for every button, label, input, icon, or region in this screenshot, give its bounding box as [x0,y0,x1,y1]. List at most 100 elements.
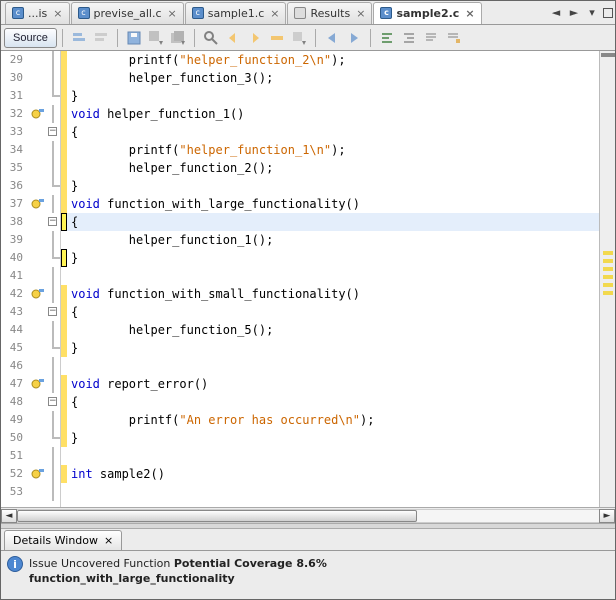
fold-cell [47,465,61,483]
fold-cell [47,231,61,249]
c-file-icon: c [78,7,90,19]
save-all-button[interactable] [168,28,188,48]
find-button[interactable] [201,28,221,48]
code-line[interactable]: } [67,339,599,357]
line-number: 31 [1,87,29,105]
scroll-track[interactable] [17,509,599,523]
history-back-button[interactable] [69,28,89,48]
close-icon[interactable]: × [168,7,177,20]
fold-cell[interactable]: − [47,393,61,411]
line-number: 44 [1,321,29,339]
code-line[interactable]: helper_function_1(); [67,231,599,249]
fold-toggle[interactable]: − [48,397,57,406]
code-line[interactable]: helper_function_5(); [67,321,599,339]
code-editor[interactable]: 2930313233343536373839404142434445464748… [1,51,615,507]
ide-root: c...is×cprevise_all.c×csample1.c×Results… [0,0,616,600]
file-tab[interactable]: csample1.c× [185,2,287,24]
line-number: 29 [1,51,29,69]
close-icon[interactable]: × [465,7,474,20]
code-line[interactable] [67,447,599,465]
shift-left-button[interactable] [377,28,397,48]
code-line[interactable]: { [67,213,599,231]
scroll-left[interactable]: ◄ [1,509,17,523]
file-tab[interactable]: csample2.c× [373,2,481,24]
find-prev-button[interactable] [223,28,243,48]
code-line[interactable]: { [67,393,599,411]
details-window-tab[interactable]: Details Window × [4,530,122,550]
code-text: printf("helper_function_2\n"); helper_fu… [67,51,599,507]
annotation-cell [29,393,47,411]
line-number: 33 [1,123,29,141]
annotation-cell [29,231,47,249]
fold-cell [47,51,61,69]
code-line[interactable]: int sample2() [67,465,599,483]
annotation-cell [29,159,47,177]
tab-list-button[interactable]: ▾ [584,6,600,20]
code-line[interactable]: void helper_function_1() [67,105,599,123]
tab-next-button[interactable]: ► [566,6,582,20]
code-line[interactable]: } [67,177,599,195]
code-line[interactable]: void report_error() [67,375,599,393]
file-tab[interactable]: cprevise_all.c× [71,2,184,24]
horizontal-scrollbar[interactable]: ◄ ► [1,507,615,523]
code-line[interactable]: { [67,123,599,141]
prev-bookmark-button[interactable] [322,28,342,48]
next-bookmark-button[interactable] [344,28,364,48]
fold-toggle[interactable]: − [48,307,57,316]
code-line[interactable] [67,483,599,501]
code-line[interactable] [67,267,599,285]
details-message: Issue Uncovered Function Potential Cover… [29,556,327,594]
code-line[interactable] [67,357,599,375]
code-line[interactable]: helper_function_3(); [67,69,599,87]
shift-right-button[interactable] [399,28,419,48]
code-line[interactable]: { [67,303,599,321]
toggle-highlight-button[interactable] [267,28,287,48]
fold-toggle[interactable]: − [48,127,57,136]
annotation-cell [29,339,47,357]
annotation-cell [29,321,47,339]
line-number: 45 [1,339,29,357]
code-line[interactable]: helper_function_2(); [67,159,599,177]
code-line[interactable]: } [67,429,599,447]
code-line[interactable]: printf("An error has occurred\n"); [67,411,599,429]
code-line[interactable]: } [67,87,599,105]
fold-cell[interactable]: − [47,303,61,321]
file-tab[interactable]: c...is× [5,2,70,24]
code-line[interactable]: printf("helper_function_1\n"); [67,141,599,159]
save-dropdown[interactable] [146,28,166,48]
details-tabbar: Details Window × [1,529,615,551]
code-line[interactable]: void function_with_small_functionality() [67,285,599,303]
fold-toggle[interactable]: − [48,217,57,226]
close-icon[interactable]: × [53,7,62,20]
close-icon[interactable]: × [270,7,279,20]
fold-gutter: − − − − [47,51,61,507]
scroll-right[interactable]: ► [599,509,615,523]
source-button[interactable]: Source [4,28,57,48]
find-next-button[interactable] [245,28,265,48]
uncomment-button[interactable] [443,28,463,48]
fold-cell [47,375,61,393]
annotation-cell [29,357,47,375]
replace-dropdown[interactable] [289,28,309,48]
tab-label: sample1.c [208,7,265,20]
maximize-button[interactable] [603,8,613,18]
fold-cell [47,87,61,105]
code-line[interactable]: printf("helper_function_2\n"); [67,51,599,69]
close-icon[interactable]: × [356,7,365,20]
line-number: 51 [1,447,29,465]
fold-cell[interactable]: − [47,123,61,141]
code-line[interactable]: } [67,249,599,267]
close-icon[interactable]: × [104,534,113,547]
save-button[interactable] [124,28,144,48]
code-line[interactable]: void function_with_large_functionality() [67,195,599,213]
comment-button[interactable] [421,28,441,48]
error-stripe[interactable] [599,51,615,507]
issue-function: function_with_large_functionality [29,572,235,585]
fold-cell[interactable]: − [47,213,61,231]
tab-prev-button[interactable]: ◄ [548,6,564,20]
tab-label: sample2.c [396,7,459,20]
history-fwd-button[interactable] [91,28,111,48]
file-tab[interactable]: Results× [287,2,372,24]
fold-cell [47,195,61,213]
scroll-thumb[interactable] [17,510,417,522]
